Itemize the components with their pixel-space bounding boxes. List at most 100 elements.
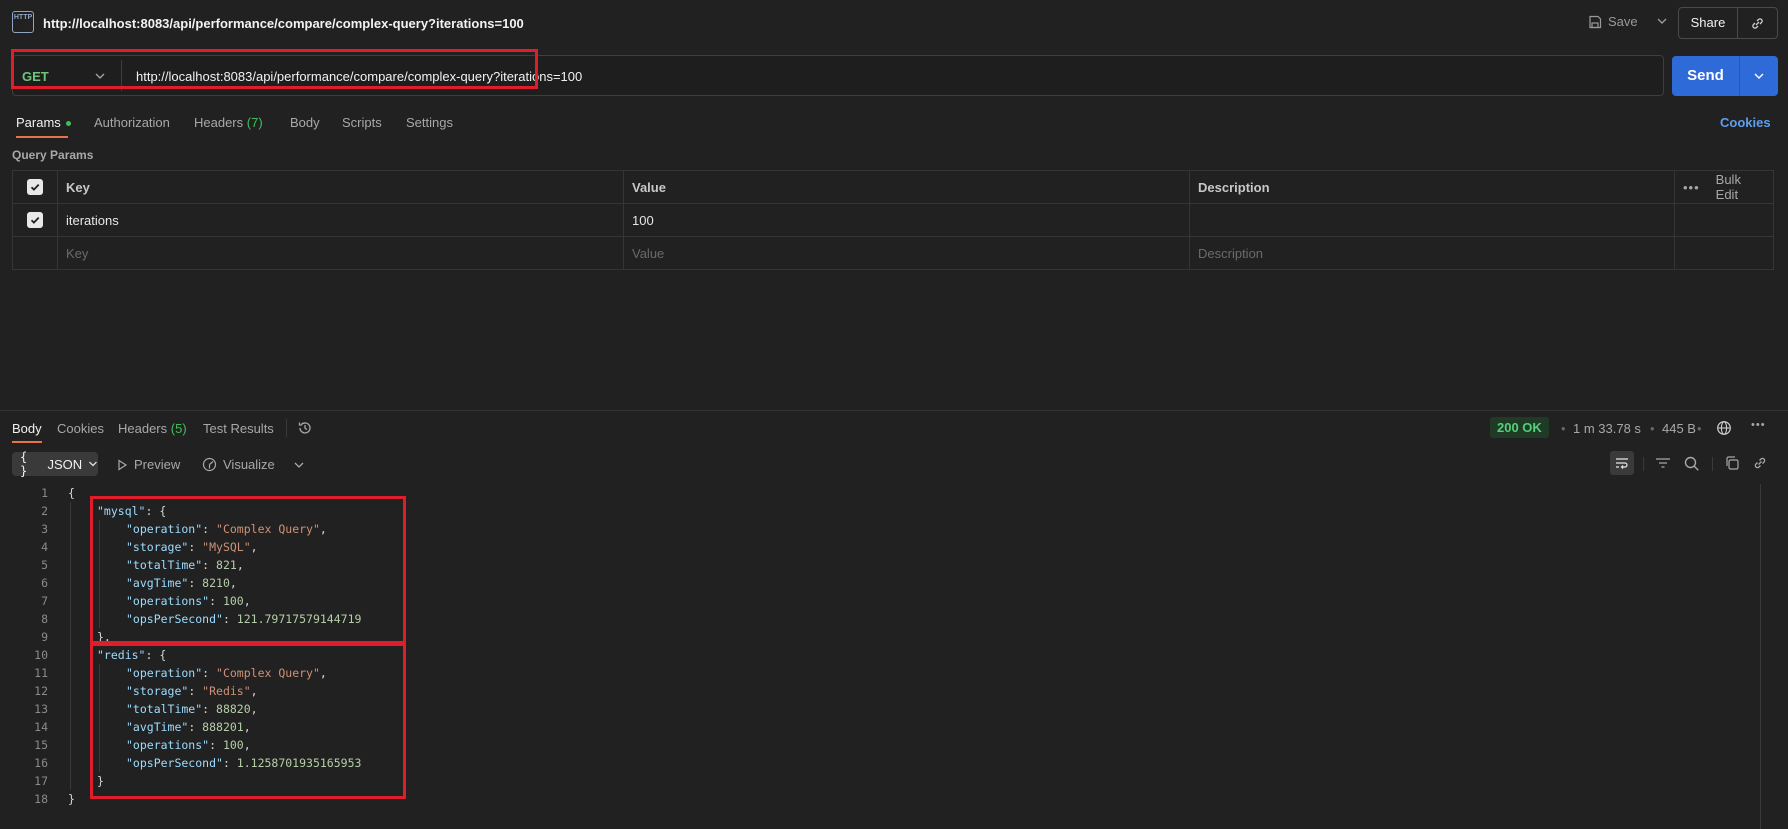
- empty-cell: [13, 237, 58, 269]
- json-punctuation: }: [68, 792, 75, 806]
- wrap-lines-icon: [1616, 458, 1628, 469]
- divider: [286, 419, 287, 437]
- bulk-edit-cell: ••• Bulk Edit: [1675, 171, 1773, 203]
- cookies-link[interactable]: Cookies: [1720, 115, 1771, 130]
- select-all-checkbox[interactable]: [13, 171, 58, 203]
- save-button[interactable]: Save: [1588, 14, 1672, 29]
- wrap-lines-button[interactable]: [1610, 451, 1634, 475]
- separator-dot: •: [1697, 421, 1702, 436]
- column-header-key: Key: [58, 171, 624, 203]
- tab-params[interactable]: Params: [16, 115, 71, 130]
- link-icon[interactable]: [1752, 455, 1768, 471]
- tab-headers[interactable]: Headers (7): [194, 115, 263, 130]
- table-row: iterations 100: [13, 204, 1773, 237]
- column-header-value: Value: [624, 171, 1190, 203]
- link-icon: [1752, 17, 1763, 29]
- headers-count: (7): [246, 115, 263, 130]
- response-tab-headers[interactable]: Headers (5): [118, 421, 187, 436]
- play-icon: [118, 458, 128, 471]
- param-value-field[interactable]: 100: [624, 204, 1190, 236]
- more-options-icon[interactable]: •••: [1751, 419, 1766, 431]
- query-params-label: Query Params: [12, 148, 94, 162]
- bulk-edit-button[interactable]: Bulk Edit: [1716, 172, 1761, 202]
- separator-dot: •: [1650, 421, 1655, 436]
- params-active-dot: [65, 121, 71, 127]
- param-description-field[interactable]: [1190, 204, 1675, 236]
- annotation-highlight-redis: [90, 643, 406, 799]
- send-button[interactable]: Send: [1672, 56, 1740, 96]
- tab-settings[interactable]: Settings: [406, 115, 453, 130]
- send-options-button[interactable]: [1740, 56, 1778, 96]
- tab-body[interactable]: Body: [290, 115, 320, 130]
- line-number: 6: [41, 576, 48, 590]
- status-badge[interactable]: 200 OK: [1490, 417, 1549, 438]
- chevron-down-icon: [89, 461, 97, 467]
- format-label: JSON: [47, 456, 83, 472]
- response-size[interactable]: 445 B: [1662, 421, 1696, 436]
- empty-cell: [1675, 204, 1773, 236]
- line-number: 7: [41, 594, 48, 608]
- format-select[interactable]: { } JSON: [12, 450, 98, 478]
- column-header-description: Description: [1190, 171, 1675, 203]
- line-number: 4: [41, 540, 48, 554]
- search-icon[interactable]: [1683, 455, 1701, 473]
- code-text: {: [68, 484, 75, 502]
- request-title: http://localhost:8083/api/performance/co…: [43, 16, 524, 31]
- param-key-field[interactable]: iterations: [58, 204, 624, 236]
- line-number: 13: [34, 702, 48, 716]
- copy-link-button[interactable]: [1738, 16, 1777, 31]
- table-row-new: Key Value Description: [13, 237, 1773, 269]
- divider: [1712, 457, 1713, 471]
- share-button[interactable]: Share: [1679, 8, 1738, 38]
- line-number: 8: [41, 612, 48, 626]
- line-number: 3: [41, 522, 48, 536]
- response-headers-count: (5): [170, 421, 187, 436]
- braces-icon: { }: [20, 450, 28, 478]
- save-icon: [1589, 15, 1602, 28]
- json-punctuation: {: [68, 486, 75, 500]
- response-time[interactable]: 1 m 33.78 s: [1573, 421, 1641, 436]
- share-button-group: Share: [1678, 7, 1778, 39]
- separator-dot: •: [1561, 421, 1566, 436]
- annotation-highlight-mysql: [90, 496, 406, 644]
- line-number: 12: [34, 684, 48, 698]
- http-request-icon: HTTP: [12, 11, 34, 33]
- preview-button[interactable]: Preview: [116, 457, 180, 472]
- response-tab-cookies[interactable]: Cookies: [57, 421, 104, 436]
- tab-scripts[interactable]: Scripts: [342, 115, 382, 130]
- line-number: 16: [34, 756, 48, 770]
- globe-icon[interactable]: [1716, 420, 1732, 436]
- scrollbar[interactable]: [1760, 484, 1761, 829]
- line-number: 9: [41, 630, 48, 644]
- visualize-button[interactable]: Visualize: [202, 457, 305, 472]
- pane-divider[interactable]: [0, 410, 1788, 411]
- new-key-field[interactable]: Key: [58, 237, 624, 269]
- table-header-row: Key Value Description ••• Bulk Edit: [13, 171, 1773, 204]
- history-icon[interactable]: [297, 420, 313, 436]
- new-description-field[interactable]: Description: [1190, 237, 1675, 269]
- query-params-table: Key Value Description ••• Bulk Edit iter…: [12, 170, 1774, 270]
- more-options-icon[interactable]: •••: [1683, 180, 1700, 195]
- response-tab-body[interactable]: Body: [12, 421, 42, 436]
- checkmark-icon: [30, 183, 40, 191]
- send-button-group: Send: [1672, 56, 1778, 96]
- line-number: 14: [34, 720, 48, 734]
- line-number: 11: [34, 666, 48, 680]
- chevron-down-icon[interactable]: [1652, 17, 1672, 27]
- active-tab-indicator: [16, 136, 68, 138]
- save-label: Save: [1608, 14, 1638, 29]
- response-tab-test-results[interactable]: Test Results: [203, 421, 274, 436]
- chevron-down-icon[interactable]: [293, 460, 305, 470]
- divider: [1643, 457, 1644, 471]
- checkmark-icon: [30, 216, 40, 224]
- annotation-highlight-url: [11, 49, 538, 89]
- copy-icon[interactable]: [1724, 455, 1740, 471]
- row-checkbox[interactable]: [13, 204, 58, 236]
- line-number: 5: [41, 558, 48, 572]
- line-number: 18: [34, 792, 48, 806]
- active-tab-indicator: [12, 441, 42, 443]
- filter-icon[interactable]: [1654, 455, 1672, 471]
- tab-authorization[interactable]: Authorization: [94, 115, 170, 130]
- new-value-field[interactable]: Value: [624, 237, 1190, 269]
- line-number: 15: [34, 738, 48, 752]
